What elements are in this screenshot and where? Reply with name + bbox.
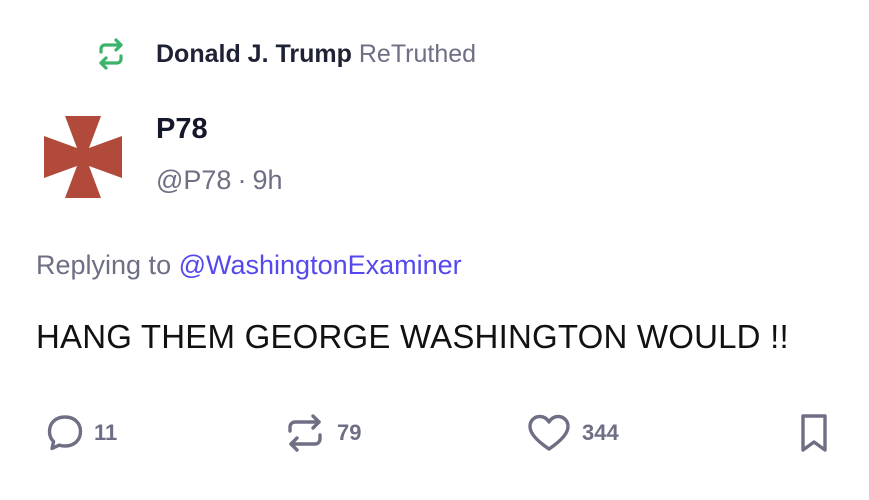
retruth-arrows-icon bbox=[94, 37, 128, 71]
like-count: 344 bbox=[582, 420, 619, 445]
author-meta: @P78 · 9h bbox=[156, 165, 283, 196]
truth-post: Donald J. Trump ReTruthed P78 @P78 · 9h Re… bbox=[0, 0, 869, 500]
heart-icon bbox=[526, 413, 572, 453]
reply-button[interactable]: 11 bbox=[46, 408, 117, 458]
retruth-button[interactable]: 79 bbox=[283, 408, 361, 458]
reply-count: 11 bbox=[94, 420, 118, 445]
retruth-icon bbox=[283, 413, 327, 453]
post-time[interactable]: 9h bbox=[252, 165, 282, 195]
retruth-count: 79 bbox=[337, 420, 362, 445]
speech-bubble-icon bbox=[46, 413, 84, 453]
author-display-name[interactable]: P78 bbox=[156, 113, 208, 146]
bookmark-button[interactable] bbox=[798, 408, 830, 458]
post-content: HANG THEM GEORGE WASHINGTON WOULD !! bbox=[36, 318, 789, 355]
replying-to-mention[interactable]: @WashingtonExaminer bbox=[179, 250, 462, 280]
meta-separator: · bbox=[237, 165, 247, 195]
retruth-banner: Donald J. Trump ReTruthed bbox=[94, 36, 476, 72]
avatar[interactable] bbox=[38, 112, 128, 202]
bookmark-icon bbox=[798, 412, 830, 454]
retruth-user-name[interactable]: Donald J. Trump bbox=[156, 40, 352, 69]
like-button[interactable]: 344 bbox=[526, 408, 619, 458]
cross-pattee-icon bbox=[44, 116, 122, 198]
replying-to-label: Replying to bbox=[36, 250, 172, 280]
retruth-label: ReTruthed bbox=[358, 39, 477, 68]
replying-to: Replying to @WashingtonExaminer bbox=[36, 250, 462, 281]
post-actions: 11 79 344 bbox=[0, 408, 869, 458]
author-handle[interactable]: @P78 bbox=[156, 165, 231, 195]
